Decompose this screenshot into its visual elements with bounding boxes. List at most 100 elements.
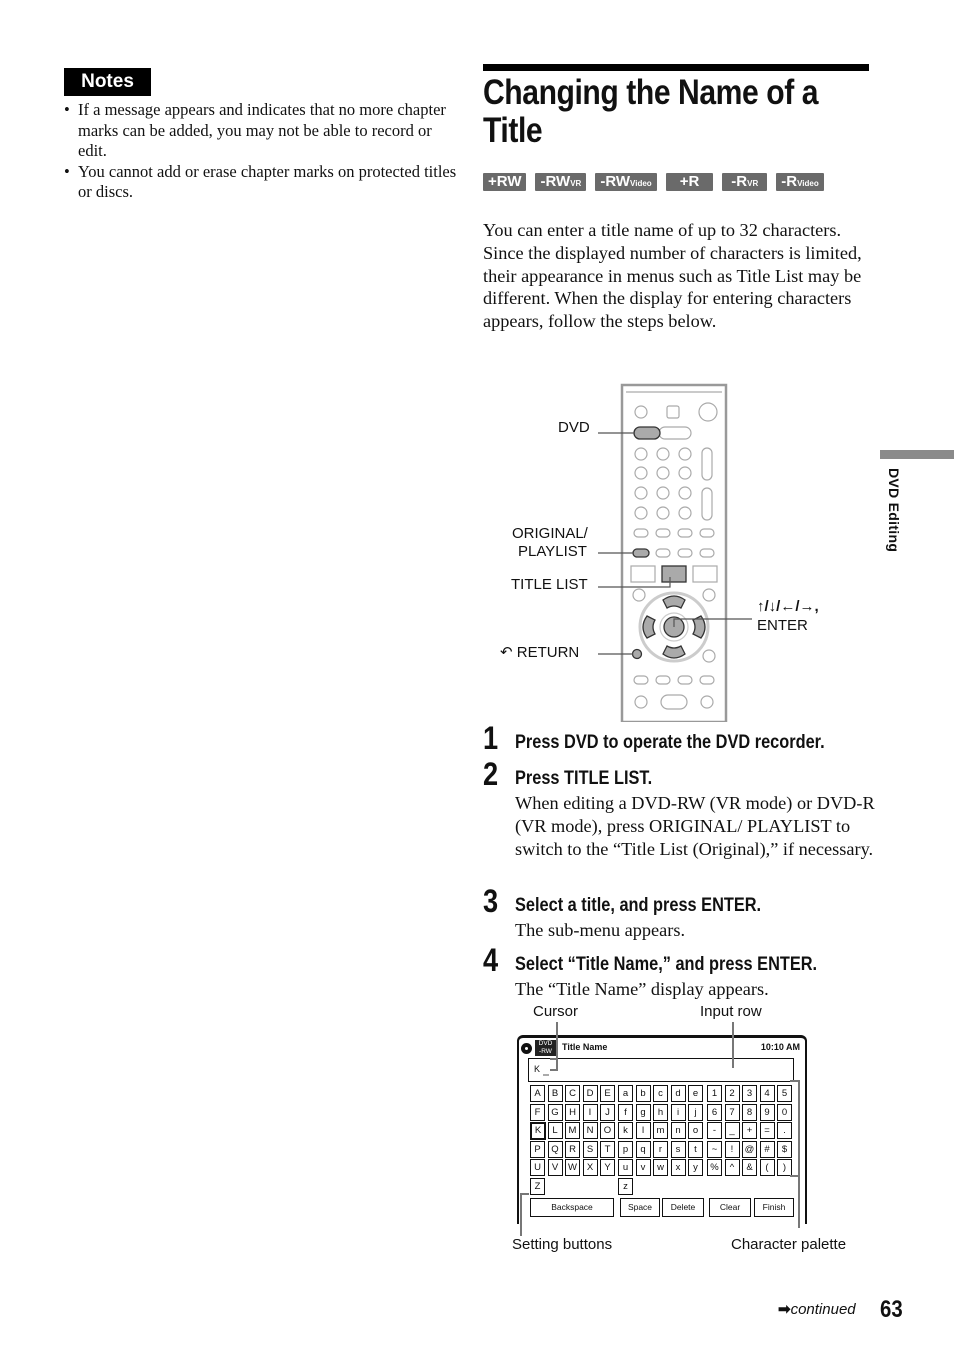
- palette-key[interactable]: J: [600, 1103, 615, 1121]
- palette-key[interactable]: u: [618, 1159, 633, 1176]
- label-title-list: TITLE LIST: [511, 576, 588, 593]
- palette-key[interactable]: y: [688, 1159, 703, 1176]
- palette-key[interactable]: B: [547, 1085, 563, 1102]
- palette-key[interactable]: c: [653, 1085, 668, 1102]
- callout-input-row: Input row: [700, 1003, 762, 1020]
- palette-key[interactable]: I: [582, 1103, 598, 1121]
- step-number: 3: [483, 883, 499, 919]
- palette-key[interactable]: G: [547, 1103, 563, 1121]
- palette-key[interactable]: g: [635, 1103, 651, 1121]
- palette-key[interactable]: ~: [707, 1140, 722, 1158]
- space-button[interactable]: Space: [620, 1198, 660, 1217]
- disc-badge-rw-video: -RWVideo: [595, 173, 657, 191]
- palette-key[interactable]: k: [618, 1122, 633, 1139]
- palette-key[interactable]: d: [670, 1085, 686, 1102]
- return-icon: ↶: [500, 644, 517, 661]
- palette-key[interactable]: n: [670, 1122, 686, 1139]
- disc-icon: [521, 1043, 532, 1054]
- palette-key[interactable]: 8: [742, 1103, 757, 1121]
- palette-key[interactable]: 6: [707, 1103, 722, 1121]
- palette-key[interactable]: h: [653, 1103, 668, 1121]
- step-number: 2: [483, 756, 499, 792]
- palette-key[interactable]: K: [530, 1122, 546, 1140]
- palette-key[interactable]: p: [618, 1140, 633, 1158]
- palette-key[interactable]: r: [653, 1140, 668, 1158]
- palette-key[interactable]: R: [565, 1140, 580, 1158]
- palette-key[interactable]: .: [777, 1122, 792, 1139]
- palette-key[interactable]: 3: [742, 1085, 757, 1102]
- palette-key[interactable]: j: [688, 1103, 703, 1121]
- palette-key[interactable]: 5: [777, 1085, 792, 1102]
- palette-key[interactable]: N: [582, 1122, 598, 1139]
- palette-key[interactable]: ): [777, 1159, 792, 1176]
- palette-key[interactable]: z: [618, 1177, 633, 1195]
- palette-key[interactable]: @: [742, 1140, 757, 1158]
- palette-key[interactable]: Y: [600, 1159, 615, 1176]
- palette-key[interactable]: X: [582, 1159, 598, 1176]
- title-list-button: [661, 565, 687, 583]
- palette-key[interactable]: =: [759, 1122, 775, 1139]
- palette-key[interactable]: Z: [530, 1177, 545, 1195]
- palette-key[interactable]: 4: [759, 1085, 775, 1102]
- palette-key[interactable]: S: [582, 1140, 598, 1158]
- palette-key[interactable]: F: [530, 1103, 545, 1121]
- palette-key[interactable]: $: [777, 1140, 792, 1158]
- palette-key[interactable]: M: [565, 1122, 580, 1139]
- palette-key[interactable]: V: [547, 1159, 563, 1176]
- page-number: 63: [880, 1296, 903, 1323]
- palette-key[interactable]: _: [724, 1122, 740, 1139]
- palette-key[interactable]: l: [635, 1122, 651, 1139]
- palette-key[interactable]: E: [600, 1085, 615, 1102]
- palette-key[interactable]: U: [530, 1159, 545, 1176]
- palette-key[interactable]: m: [653, 1122, 668, 1139]
- label-enter: ENTER: [757, 617, 808, 634]
- disc-badge-r-video: -RVideo: [776, 173, 824, 191]
- palette-key[interactable]: f: [618, 1103, 633, 1121]
- palette-key[interactable]: W: [565, 1159, 580, 1176]
- palette-key[interactable]: o: [688, 1122, 703, 1139]
- original-playlist-button: [632, 548, 650, 558]
- palette-key[interactable]: 9: [759, 1103, 775, 1121]
- palette-key[interactable]: &: [742, 1159, 757, 1176]
- palette-key[interactable]: C: [565, 1085, 580, 1102]
- palette-key[interactable]: D: [582, 1085, 598, 1102]
- notes-heading: Notes: [64, 68, 151, 96]
- finish-button[interactable]: Finish: [754, 1198, 794, 1217]
- palette-key[interactable]: P: [530, 1140, 545, 1158]
- palette-key[interactable]: i: [670, 1103, 686, 1121]
- palette-key[interactable]: %: [707, 1159, 722, 1176]
- palette-key[interactable]: -: [707, 1122, 722, 1139]
- palette-key[interactable]: (: [759, 1159, 775, 1176]
- palette-key[interactable]: 7: [724, 1103, 740, 1121]
- note-item: If a message appears and indicates that …: [64, 100, 459, 162]
- palette-key[interactable]: !: [724, 1140, 740, 1158]
- backspace-button[interactable]: Backspace: [530, 1198, 614, 1217]
- palette-key[interactable]: 1: [707, 1085, 722, 1102]
- palette-key[interactable]: b: [635, 1085, 651, 1102]
- palette-key[interactable]: O: [600, 1122, 615, 1139]
- palette-key[interactable]: 0: [777, 1103, 792, 1121]
- palette-key[interactable]: q: [635, 1140, 651, 1158]
- palette-key[interactable]: w: [653, 1159, 668, 1176]
- palette-key[interactable]: L: [547, 1122, 563, 1139]
- delete-button[interactable]: Delete: [662, 1198, 704, 1217]
- palette-key[interactable]: x: [670, 1159, 686, 1176]
- input-row[interactable]: K: [528, 1058, 794, 1082]
- palette-key[interactable]: T: [600, 1140, 615, 1158]
- palette-key[interactable]: #: [759, 1140, 775, 1158]
- palette-key[interactable]: +: [742, 1122, 757, 1139]
- palette-bracket: [790, 1080, 799, 1082]
- palette-key[interactable]: Q: [547, 1140, 563, 1158]
- clear-button[interactable]: Clear: [709, 1198, 751, 1217]
- palette-key[interactable]: H: [565, 1103, 580, 1121]
- palette-key[interactable]: s: [670, 1140, 686, 1158]
- palette-key[interactable]: 2: [724, 1085, 740, 1102]
- palette-key[interactable]: v: [635, 1159, 651, 1176]
- palette-key[interactable]: t: [688, 1140, 703, 1158]
- setting-bracket: [520, 1193, 529, 1195]
- palette-key[interactable]: ^: [724, 1159, 740, 1176]
- palette-key[interactable]: a: [618, 1085, 633, 1102]
- callout-setting-buttons: Setting buttons: [512, 1236, 613, 1253]
- palette-key[interactable]: A: [530, 1085, 545, 1102]
- palette-key[interactable]: e: [688, 1085, 703, 1102]
